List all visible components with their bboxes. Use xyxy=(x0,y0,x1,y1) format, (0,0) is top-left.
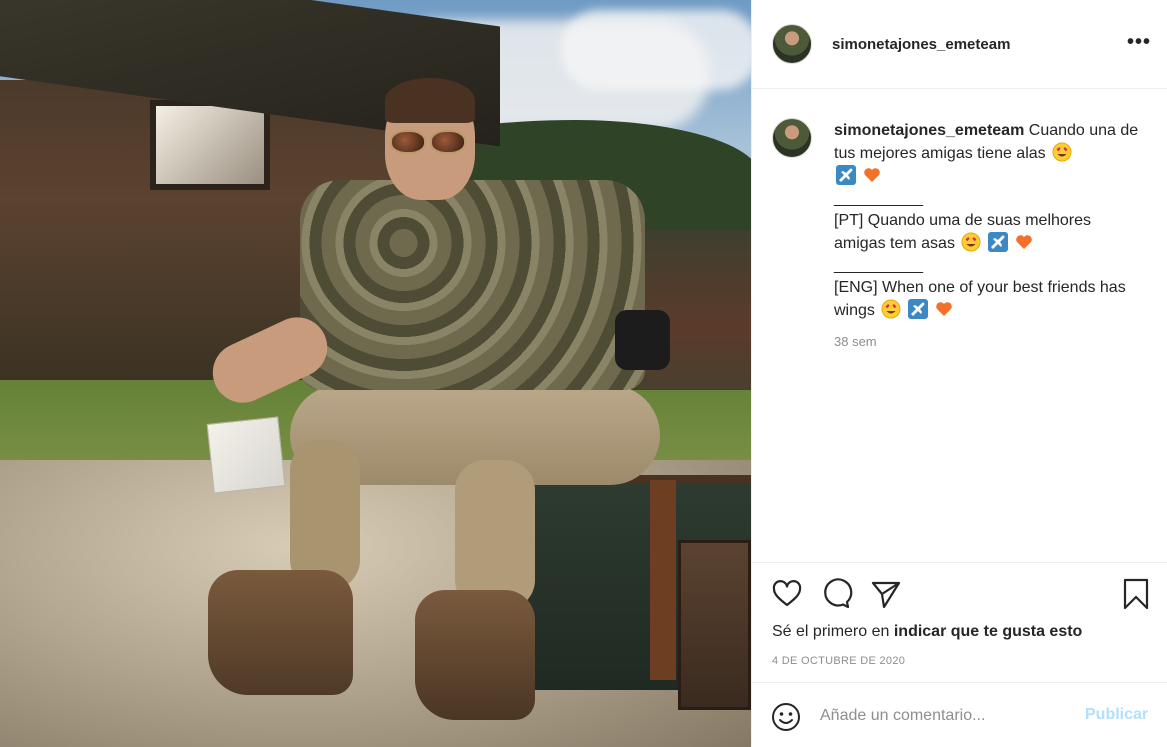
like-button[interactable] xyxy=(770,577,804,611)
orange-heart-emoji-icon xyxy=(936,302,953,316)
post-sidebar: simonetajones_emeteam ••• simonetajones_… xyxy=(751,0,1167,747)
post-actions: Sé el primero en indicar que te gusta es… xyxy=(752,562,1167,682)
smiley-icon[interactable] xyxy=(770,701,802,733)
username-link[interactable]: simonetajones_emeteam xyxy=(832,36,1010,53)
boot xyxy=(415,590,535,720)
heart-eyes-emoji-icon xyxy=(961,232,981,252)
avatar[interactable] xyxy=(772,118,812,158)
save-button[interactable] xyxy=(1119,577,1153,611)
suitcase-strap xyxy=(650,480,676,680)
likes-summary: Sé el primero en indicar que te gusta es… xyxy=(772,623,1082,641)
comment-button[interactable] xyxy=(819,577,853,611)
camera xyxy=(615,310,670,370)
person-hair xyxy=(385,78,475,123)
post-header: simonetajones_emeteam ••• xyxy=(752,0,1167,89)
camo-shirt xyxy=(300,180,645,390)
boot xyxy=(208,570,353,695)
airplane-emoji-icon xyxy=(987,232,1008,252)
avatar[interactable] xyxy=(772,24,812,64)
bookmark-icon xyxy=(1123,578,1149,610)
comment-input[interactable] xyxy=(820,703,1070,729)
caption-username[interactable]: simonetajones_emeteam xyxy=(834,122,1024,139)
caption-separator: __________ xyxy=(834,190,923,207)
cloud xyxy=(560,10,751,90)
airplane-emoji-icon xyxy=(907,299,928,319)
map xyxy=(206,416,286,494)
post-photo[interactable] xyxy=(0,0,751,747)
orange-heart-emoji-icon xyxy=(1016,235,1033,249)
heart-eyes-emoji-icon xyxy=(1052,142,1072,162)
person-leg xyxy=(290,440,360,590)
caption-separator: __________ xyxy=(834,257,923,274)
heart-eyes-emoji-icon xyxy=(881,299,901,319)
likes-link[interactable]: indicar que te gusta esto xyxy=(894,623,1082,640)
orange-heart-emoji-icon xyxy=(864,168,881,182)
share-button[interactable] xyxy=(869,577,903,611)
heart-icon xyxy=(772,580,802,607)
comment-icon xyxy=(824,578,853,609)
airplane-window xyxy=(150,100,270,190)
person-leg xyxy=(455,460,535,610)
small-suitcase xyxy=(678,540,751,710)
likes-prefix: Sé el primero en xyxy=(772,623,894,640)
caption: simonetajones_emeteam Cuando una de tus … xyxy=(752,90,1167,562)
caption-eng-text: [ENG] When one of your best friends has … xyxy=(834,279,1126,319)
comment-form: Publicar xyxy=(752,682,1167,747)
caption-timestamp[interactable]: 38 sem xyxy=(834,334,877,349)
airplane-emoji-icon xyxy=(836,165,856,185)
publish-button[interactable]: Publicar xyxy=(1085,706,1148,724)
aviator-sunglasses xyxy=(390,130,470,156)
post-date[interactable]: 4 DE OCTUBRE DE 2020 xyxy=(772,655,905,667)
paper-plane-icon xyxy=(871,581,901,609)
caption-text: simonetajones_emeteam Cuando una de tus … xyxy=(834,120,1144,322)
more-options-icon[interactable]: ••• xyxy=(1124,32,1154,56)
